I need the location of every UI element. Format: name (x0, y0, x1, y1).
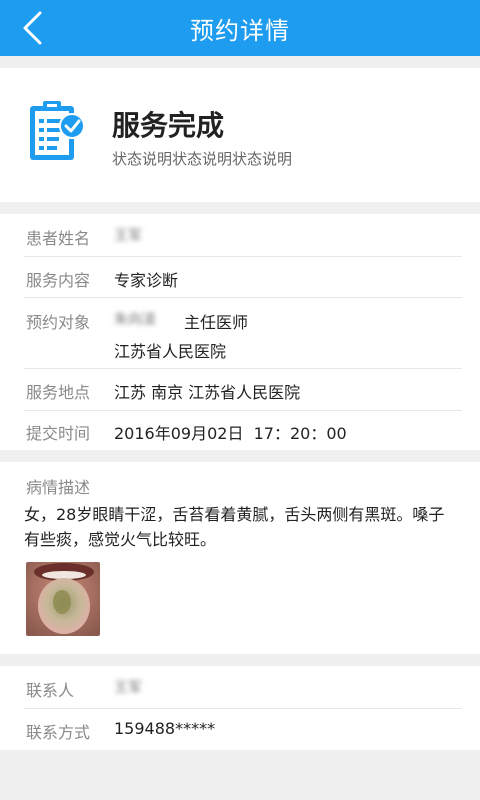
status-card: 服务完成 状态说明状态说明状态说明 (0, 68, 480, 202)
service-content-row: 服务内容 专家诊断 (0, 256, 480, 298)
submit-time-row: 提交时间 2016年09月02日 17：20：00 (0, 410, 480, 450)
condition-card: 病情描述 女，28岁眼睛干涩，舌苔看着黄腻，舌头两侧有黑斑。嗓子有些痰，感觉火气… (0, 462, 480, 654)
service-content-value: 专家诊断 (114, 271, 179, 290)
status-title: 服务完成 (112, 109, 225, 142)
submit-time-value: 2016年09月02日 17：20：00 (114, 424, 347, 443)
contact-phone-label: 联系方式 (26, 723, 91, 742)
patient-name-label: 患者姓名 (26, 229, 91, 248)
contact-person-label: 联系人 (26, 681, 75, 700)
appointment-target-label: 预约对象 (26, 313, 91, 332)
contact-person-value: 王军 (114, 680, 142, 696)
top-nav-bar: 预约详情 (0, 0, 480, 56)
service-location-value: 江苏 南京 江苏省人民医院 (114, 383, 301, 402)
chevron-left-icon (23, 11, 42, 45)
appointment-info-card: 患者姓名 王军 服务内容 专家诊断 预约对象 朱向凌 主任医师 江苏省人民医院 … (0, 214, 480, 450)
service-location-label: 服务地点 (26, 383, 91, 402)
patient-name-row: 患者姓名 王军 (0, 214, 480, 256)
status-description: 状态说明状态说明状态说明 (112, 150, 293, 168)
doctor-name: 朱向凌 (114, 312, 156, 328)
service-location-row: 服务地点 江苏 南京 江苏省人民医院 (0, 368, 480, 410)
condition-label: 病情描述 (26, 478, 91, 497)
contact-phone-row: 联系方式 159488***** (0, 708, 480, 750)
tongue-photo-image (26, 562, 100, 636)
service-content-label: 服务内容 (26, 271, 91, 290)
page-title: 预约详情 (190, 16, 290, 45)
condition-text: 女，28岁眼睛干涩，舌苔看着黄腻，舌头两侧有黑斑。嗓子有些痰，感觉火气比较旺。 (24, 505, 445, 549)
submit-time-label: 提交时间 (26, 424, 91, 443)
appointment-target-row: 预约对象 朱向凌 主任医师 江苏省人民医院 (0, 298, 480, 368)
contact-card: 联系人 王军 联系方式 159488***** (0, 666, 480, 750)
contact-person-row: 联系人 王军 (0, 666, 480, 708)
patient-name-value: 王军 (114, 228, 142, 244)
contact-phone-value: 159488***** (114, 719, 216, 738)
back-button[interactable] (14, 10, 50, 46)
doctor-hospital: 江苏省人民医院 (114, 342, 227, 361)
doctor-title: 主任医师 (184, 313, 249, 332)
condition-photo[interactable] (26, 562, 100, 636)
clipboard-check-icon (30, 101, 85, 160)
